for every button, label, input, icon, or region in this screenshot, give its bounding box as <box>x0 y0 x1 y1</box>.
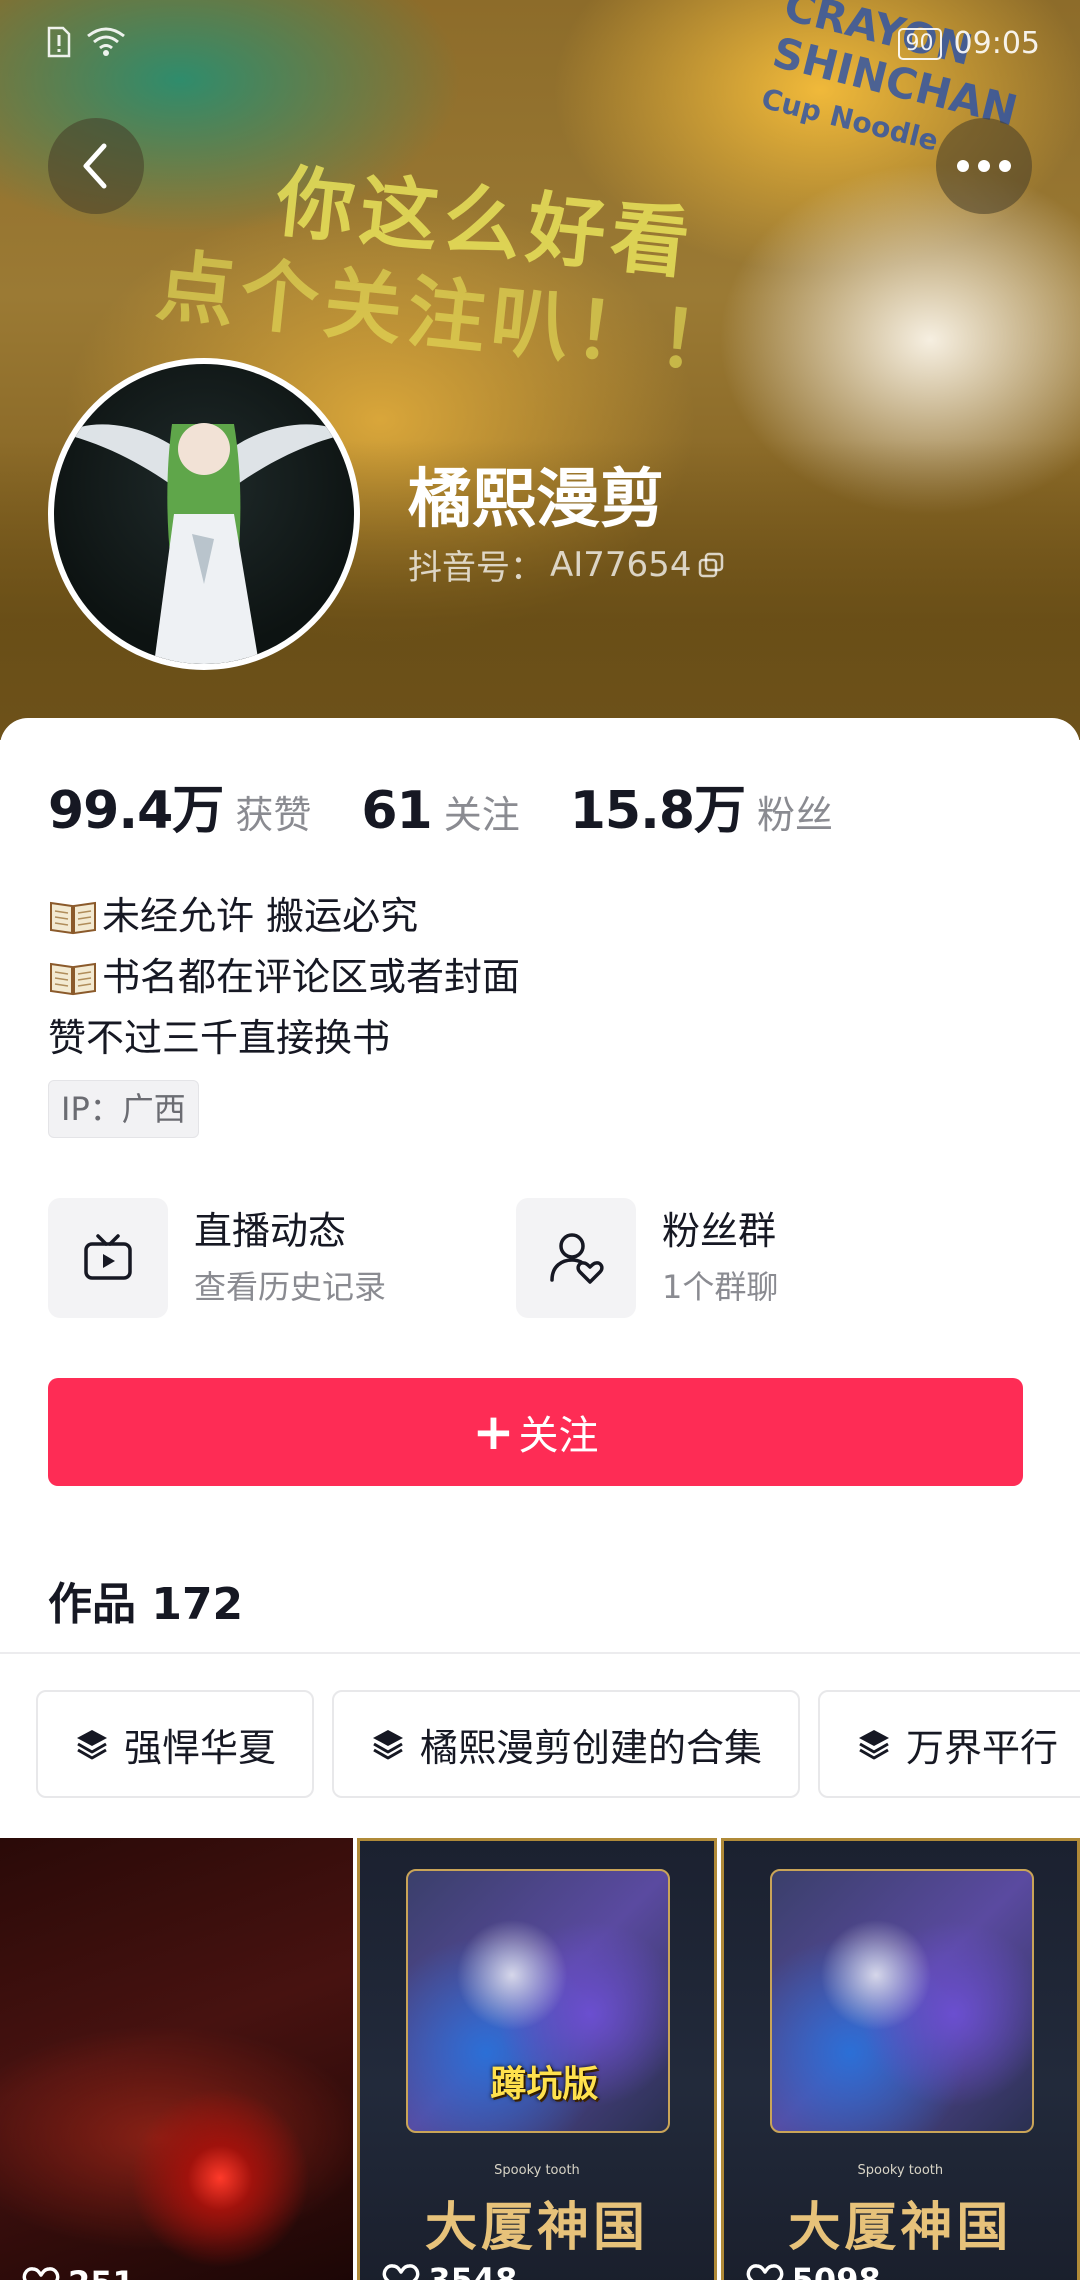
douyin-id-label: 抖音号： <box>408 548 544 588</box>
ip-location-tag: IP：广西 <box>48 1080 199 1138</box>
heart-outline-icon <box>22 2267 60 2280</box>
plus-icon: + <box>472 1403 515 1461</box>
layers-icon <box>859 1730 890 1760</box>
back-button[interactable] <box>48 118 144 214</box>
collection-label: 强悍华夏 <box>124 1725 277 1770</box>
collection-label: 橘熙漫剪创建的合集 <box>420 1725 763 1770</box>
bio-line: 赞不过三千直接换书 <box>48 1008 520 1069</box>
nickname: 橘熙漫剪 <box>408 463 664 537</box>
more-button[interactable] <box>936 118 1032 214</box>
follow-button[interactable]: + 关注 <box>48 1378 1023 1486</box>
works-label: 作品 <box>48 1579 136 1630</box>
like-count: 3548 <box>382 2261 517 2280</box>
feature-title: 粉丝群 <box>662 1209 777 1253</box>
avatar-illustration <box>64 423 346 664</box>
collection-chip[interactable]: 万界平行 <box>818 1690 1080 1798</box>
copy-icon[interactable] <box>697 551 725 579</box>
collection-chips: 强悍华夏 橘熙漫剪创建的合集 万界平行 <box>36 1690 1080 1798</box>
video-tile[interactable]: 蹲坑版 Spooky tooth 大厦神国 3548 <box>357 1838 717 2280</box>
feature-icon-box <box>48 1198 168 1318</box>
cover-caption-small: Spooky tooth <box>857 2163 944 2178</box>
cover-caption: 大厦神国 <box>424 2197 649 2258</box>
like-count-value: 5098 <box>791 2261 881 2280</box>
profile-card: 99.4万 获赞 61 关注 15.8万 粉丝 未经允许 搬运必究 书名都在评论… <box>0 718 1080 2280</box>
divider <box>0 1652 1080 1654</box>
chevron-left-icon <box>83 143 107 189</box>
video-tile[interactable]: 251 <box>0 1838 354 2280</box>
bio-text: 未经允许 搬运必究 <box>102 894 419 938</box>
banner-slogan: 你这么好看 点个关注叭！！ <box>153 154 879 408</box>
stat-label: 获赞 <box>235 793 312 837</box>
cover-badge: 蹲坑版 <box>490 2064 599 2105</box>
stat-following[interactable]: 61 关注 <box>361 781 519 841</box>
bio-line: 书名都在评论区或者封面 <box>48 947 520 1008</box>
feature-icon-box <box>516 1198 636 1318</box>
stat-value: 61 <box>361 781 432 841</box>
douyin-id-value: AI77654 <box>550 544 692 585</box>
bio-text: 书名都在评论区或者封面 <box>102 955 521 999</box>
feature-subtitle: 1个群聊 <box>662 1268 779 1306</box>
feature-text: 粉丝群 1个群聊 <box>662 1205 778 1311</box>
stat-label: 关注 <box>443 793 520 837</box>
feature-text: 直播动态 查看历史记录 <box>194 1205 386 1311</box>
heart-outline-icon <box>746 2264 783 2280</box>
follow-button-label: 关注 <box>518 1413 599 1459</box>
like-count-value: 251 <box>68 2264 135 2280</box>
feature-subtitle: 查看历史记录 <box>194 1268 387 1306</box>
bio-text: 赞不过三千直接换书 <box>48 1016 391 1060</box>
open-book-icon <box>50 901 96 934</box>
collection-chip[interactable]: 橘熙漫剪创建的合集 <box>332 1690 801 1798</box>
layers-icon <box>77 1730 107 1760</box>
status-bar: 90 09:05 <box>0 0 1080 90</box>
stats-row: 99.4万 获赞 61 关注 15.8万 粉丝 <box>48 768 883 843</box>
bio: 未经允许 搬运必究 书名都在评论区或者封面 赞不过三千直接换书 <box>48 886 520 1069</box>
works-tab[interactable]: 作品 172 <box>48 1568 243 1632</box>
cover-art <box>769 1869 1034 2133</box>
feature-title: 直播动态 <box>194 1209 347 1253</box>
stat-label: 粉丝 <box>757 793 834 837</box>
user-heart-icon <box>550 1233 604 1284</box>
more-dots-icon <box>957 160 1011 172</box>
stat-followers[interactable]: 15.8万 粉丝 <box>570 768 833 843</box>
heart-outline-icon <box>382 2264 420 2280</box>
layers-icon <box>373 1730 404 1760</box>
battery-indicator: 90 <box>897 27 942 60</box>
collection-chip[interactable]: 强悍华夏 <box>36 1690 315 1798</box>
like-count-value: 3548 <box>428 2261 518 2280</box>
wifi-icon <box>87 27 125 56</box>
collection-label: 万界平行 <box>906 1725 1059 1770</box>
live-history-entry[interactable]: 直播动态 查看历史记录 <box>48 1198 386 1318</box>
video-grid: 251 蹲坑版 Spooky tooth 大厦神国 3548 Spooky to… <box>0 1838 1080 2280</box>
bio-line: 未经允许 搬运必究 <box>48 886 520 947</box>
cover-caption: 大厦神国 <box>788 2197 1013 2258</box>
clock: 09:05 <box>953 26 1040 61</box>
works-count: 172 <box>151 1579 244 1630</box>
video-tile[interactable]: Spooky tooth 大厦神国 5098 <box>720 1838 1080 2280</box>
sim-alert-icon <box>47 26 71 58</box>
profile-banner[interactable]: CRAYON SHINCHAN Cup Noodle 你这么好看 点个关注叭！！… <box>0 0 1080 740</box>
cover-caption-small: Spooky tooth <box>494 2163 580 2178</box>
douyin-id[interactable]: 抖音号： AI77654 <box>408 540 725 589</box>
fan-group-entry[interactable]: 粉丝群 1个群聊 <box>516 1198 778 1318</box>
tv-icon <box>84 1234 132 1280</box>
stat-value: 99.4万 <box>48 781 224 841</box>
open-book-icon <box>50 962 96 995</box>
like-count: 251 <box>22 2264 135 2280</box>
stat-value: 15.8万 <box>569 781 746 841</box>
avatar[interactable] <box>48 358 360 670</box>
stat-likes[interactable]: 99.4万 获赞 <box>48 768 311 843</box>
like-count: 5098 <box>746 2261 881 2280</box>
